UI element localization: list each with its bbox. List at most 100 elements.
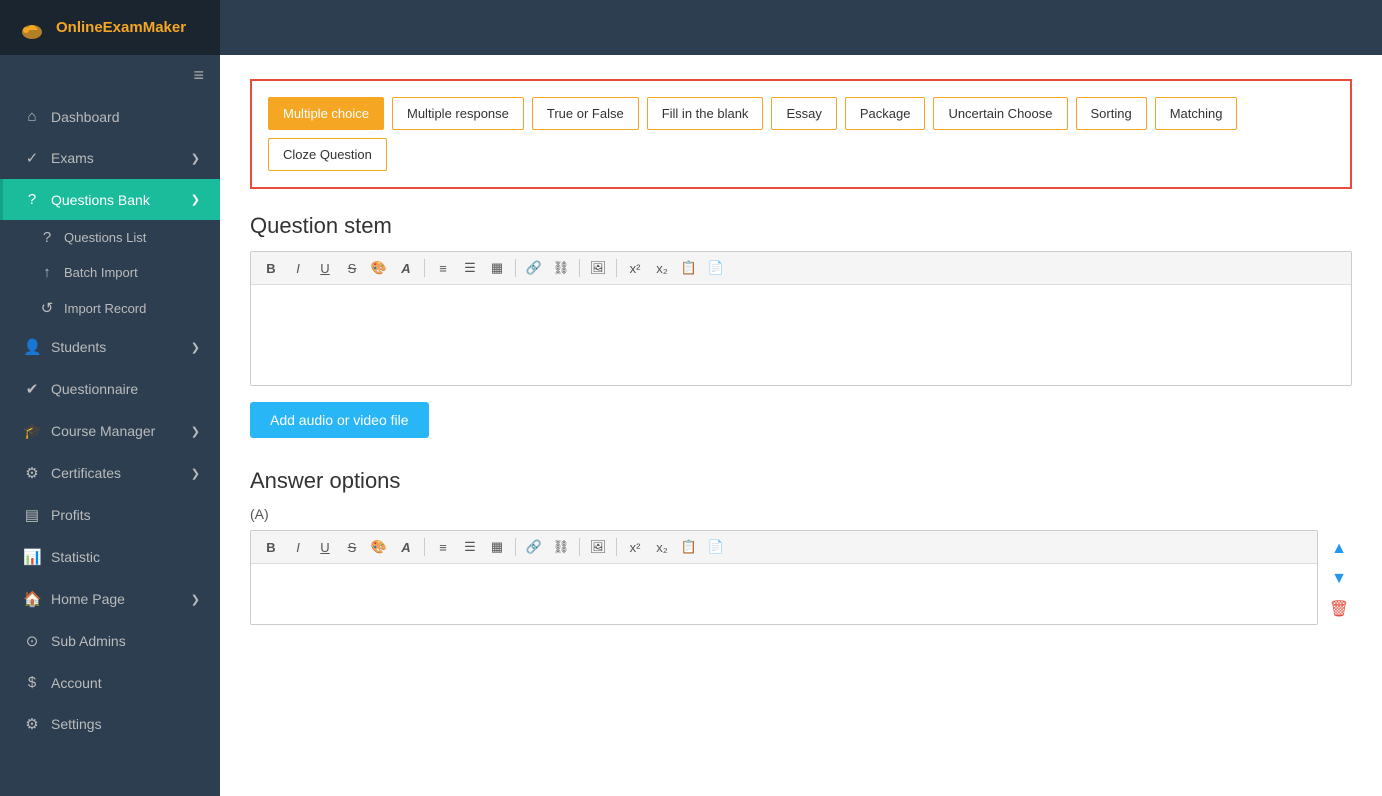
answer-option-toolbar: B I U S 🎨 A ≡ ☰ ▦ 🔗 ⛓ 🖼 x² xyxy=(251,531,1317,564)
tb-img-ans[interactable]: 🖼 xyxy=(586,535,610,559)
sidebar-item-sub-admins[interactable]: ⊙ Sub Admins xyxy=(0,620,220,662)
students-icon: 👤 xyxy=(23,338,41,356)
sidebar-item-exams[interactable]: ✓ Exams ❯ xyxy=(0,137,220,179)
settings-icon: ⚙ xyxy=(23,715,41,733)
tb-italic-ans[interactable]: I xyxy=(286,535,310,559)
sidebar-item-statistic[interactable]: 📊 Statistic xyxy=(0,536,220,578)
tb-ul-ans[interactable]: ☰ xyxy=(458,535,482,559)
tb-unlink-ans[interactable]: ⛓ xyxy=(549,535,573,559)
sidebar-item-certificates[interactable]: ⚙ Certificates ❯ xyxy=(0,452,220,494)
q-type-cloze[interactable]: Cloze Question xyxy=(268,138,387,171)
tb-subscript[interactable]: x₂ xyxy=(650,256,674,280)
hamburger-icon[interactable]: ≡ xyxy=(193,65,204,86)
questionnaire-icon: ✔ xyxy=(23,380,41,398)
questions-bank-icon: ? xyxy=(23,191,41,208)
tb-paste-ans[interactable]: 📄 xyxy=(704,535,728,559)
sidebar-item-students[interactable]: 👤 Students ❯ xyxy=(0,326,220,368)
question-stem-body[interactable] xyxy=(251,285,1351,385)
dashboard-icon: ⌂ xyxy=(23,108,41,125)
tb-strike-ans[interactable]: S xyxy=(340,535,364,559)
tb-bold-ans[interactable]: B xyxy=(259,535,283,559)
exams-icon: ✓ xyxy=(23,149,41,167)
q-type-true-or-false[interactable]: True or False xyxy=(532,97,639,130)
tb-unlink[interactable]: ⛓ xyxy=(549,256,573,280)
tb-italic[interactable]: I xyxy=(286,256,310,280)
q-type-multiple-response[interactable]: Multiple response xyxy=(392,97,524,130)
tb-paste[interactable]: 📄 xyxy=(704,256,728,280)
tb-separator xyxy=(424,259,425,277)
q-type-uncertain-choose[interactable]: Uncertain Choose xyxy=(933,97,1067,130)
sidebar-item-account[interactable]: $ Account xyxy=(0,662,220,703)
tb-sub-ans[interactable]: x₂ xyxy=(650,535,674,559)
tb-strikethrough[interactable]: S xyxy=(340,256,364,280)
tb-color[interactable]: 🎨 xyxy=(367,256,391,280)
sidebar-item-profits[interactable]: ▤ Profits xyxy=(0,494,220,536)
chevron-right-icon: ❯ xyxy=(191,341,200,354)
tb-copy[interactable]: 📋 xyxy=(677,256,701,280)
brand-name: OnlineExamMaker xyxy=(56,19,186,36)
answer-option-body[interactable] xyxy=(251,564,1317,624)
tb-table[interactable]: ▦ xyxy=(485,256,509,280)
sidebar-item-settings[interactable]: ⚙ Settings xyxy=(0,703,220,745)
tb-link[interactable]: 🔗 xyxy=(522,256,546,280)
tb-separator xyxy=(616,538,617,556)
tb-underline-ans[interactable]: U xyxy=(313,535,337,559)
sidebar-item-label: Home Page xyxy=(51,591,125,607)
answer-option-controls: ▲ ▼ 🗑 xyxy=(1326,530,1352,622)
sidebar-item-label: Exams xyxy=(51,150,94,166)
chevron-down-icon: ❯ xyxy=(191,193,200,206)
tb-sup-ans[interactable]: x² xyxy=(623,535,647,559)
tb-separator xyxy=(579,538,580,556)
batch-import-icon: ↑ xyxy=(38,264,56,281)
tb-color-ans[interactable]: 🎨 xyxy=(367,535,391,559)
sidebar-item-import-record[interactable]: ↺ Import Record xyxy=(0,290,220,326)
tb-unordered-list[interactable]: ☰ xyxy=(458,256,482,280)
tb-bold[interactable]: B xyxy=(259,256,283,280)
answer-option-label: (A) xyxy=(250,506,1352,522)
sidebar-item-batch-import[interactable]: ↑ Batch Import xyxy=(0,255,220,290)
question-stem-editor: B I U S 🎨 A ≡ ☰ ▦ 🔗 ⛓ 🖼 x² x₂ 📋 📄 xyxy=(250,251,1352,386)
tb-link-ans[interactable]: 🔗 xyxy=(522,535,546,559)
move-down-button[interactable]: ▼ xyxy=(1326,566,1352,592)
q-type-package[interactable]: Package xyxy=(845,97,926,130)
content-area: Multiple choice Multiple response True o… xyxy=(220,55,1382,796)
sidebar-item-label: Settings xyxy=(51,716,102,732)
move-up-button[interactable]: ▲ xyxy=(1326,536,1352,562)
q-type-essay[interactable]: Essay xyxy=(771,97,836,130)
tb-font-ans[interactable]: A xyxy=(394,535,418,559)
tb-underline[interactable]: U xyxy=(313,256,337,280)
tb-image[interactable]: 🖼 xyxy=(586,256,610,280)
main-header xyxy=(220,0,1382,55)
sidebar-item-homepage[interactable]: 🏠 Home Page ❯ xyxy=(0,578,220,620)
sidebar-item-label: Account xyxy=(51,675,102,691)
tb-copy-ans[interactable]: 📋 xyxy=(677,535,701,559)
sidebar-item-label: Questions List xyxy=(64,230,146,245)
sidebar: OnlineExamMaker ≡ ⌂ Dashboard ✓ Exams ❯ … xyxy=(0,0,220,796)
tb-font[interactable]: A xyxy=(394,256,418,280)
sidebar-item-course-manager[interactable]: 🎓 Course Manager ❯ xyxy=(0,410,220,452)
sidebar-nav: ⌂ Dashboard ✓ Exams ❯ ? Questions Bank ❯… xyxy=(0,96,220,796)
q-type-matching[interactable]: Matching xyxy=(1155,97,1238,130)
q-type-fill-blank[interactable]: Fill in the blank xyxy=(647,97,764,130)
q-type-sorting[interactable]: Sorting xyxy=(1076,97,1147,130)
q-type-multiple-choice[interactable]: Multiple choice xyxy=(268,97,384,130)
sidebar-item-questionnaire[interactable]: ✔ Questionnaire xyxy=(0,368,220,410)
course-manager-icon: 🎓 xyxy=(23,422,41,440)
sidebar-item-questions-list[interactable]: ? Questions List xyxy=(0,220,220,255)
chevron-right-icon: ❯ xyxy=(191,152,200,165)
sidebar-toggle-area: ≡ xyxy=(0,55,220,96)
tb-superscript[interactable]: x² xyxy=(623,256,647,280)
answer-option-row: B I U S 🎨 A ≡ ☰ ▦ 🔗 ⛓ 🖼 x² xyxy=(250,530,1352,641)
tb-ordered-list[interactable]: ≡ xyxy=(431,256,455,280)
tb-table-ans[interactable]: ▦ xyxy=(485,535,509,559)
add-media-button[interactable]: Add audio or video file xyxy=(250,402,429,438)
sidebar-item-dashboard[interactable]: ⌂ Dashboard xyxy=(0,96,220,137)
delete-option-button[interactable]: 🗑 xyxy=(1326,596,1352,622)
sidebar-item-label: Students xyxy=(51,339,106,355)
questions-list-icon: ? xyxy=(38,229,56,246)
profits-icon: ▤ xyxy=(23,506,41,524)
tb-ol-ans[interactable]: ≡ xyxy=(431,535,455,559)
certificates-icon: ⚙ xyxy=(23,464,41,482)
sidebar-item-questions-bank[interactable]: ? Questions Bank ❯ xyxy=(0,179,220,220)
tb-separator xyxy=(515,259,516,277)
